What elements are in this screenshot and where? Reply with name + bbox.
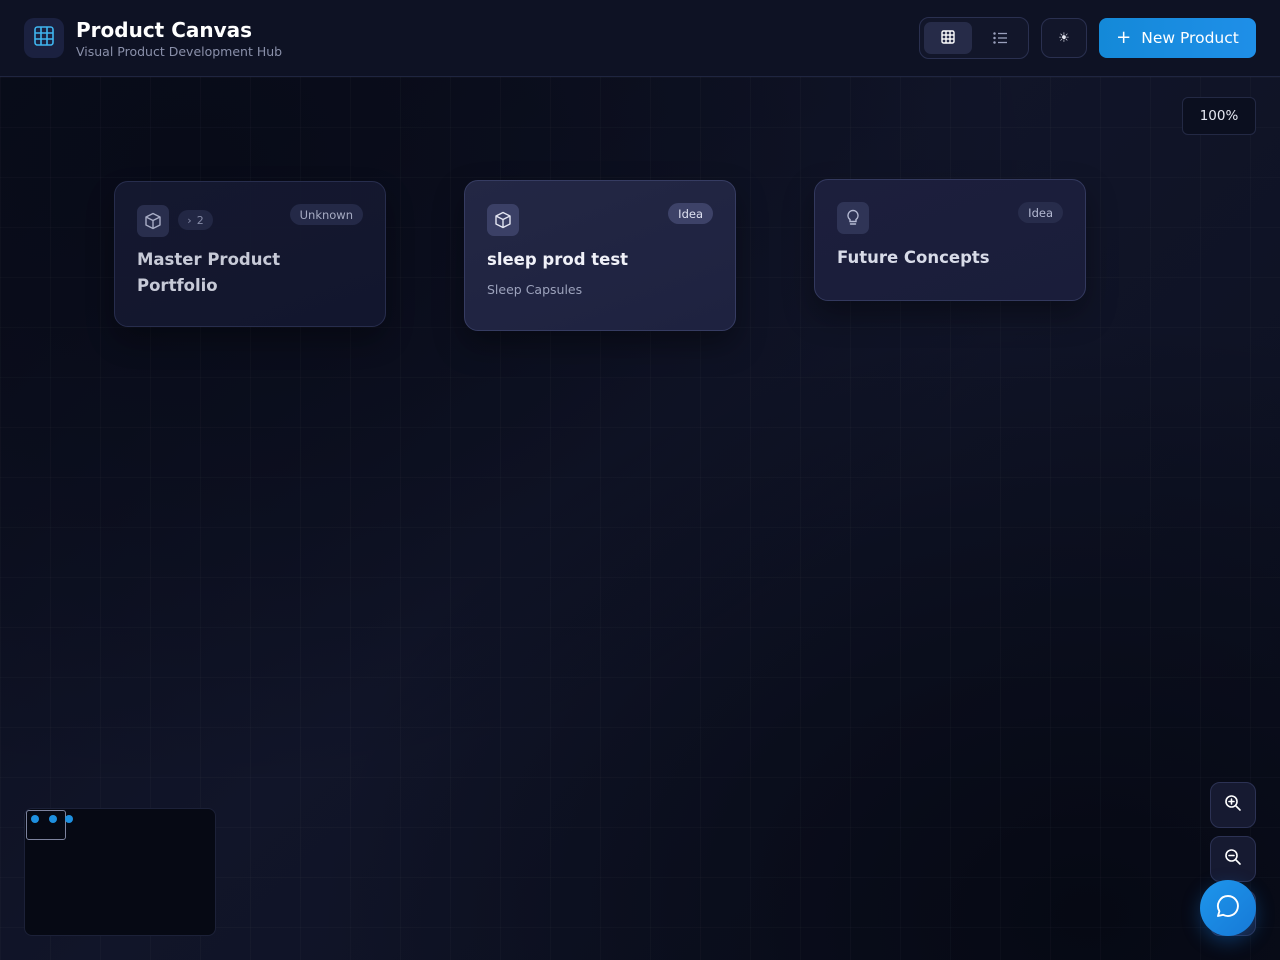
children-count: 2: [196, 213, 204, 227]
minimap-node: [65, 815, 73, 823]
chevron-right-icon: ›: [187, 213, 192, 227]
list-view-icon: [992, 29, 1008, 48]
zoom-out-icon: [1224, 848, 1242, 870]
zoom-in-button[interactable]: [1210, 782, 1256, 828]
minimap-viewport[interactable]: [26, 810, 66, 840]
new-product-label: New Product: [1141, 29, 1239, 47]
plus-icon: +: [1116, 27, 1132, 48]
zoom-in-icon: [1224, 794, 1242, 816]
cube-icon: [137, 205, 169, 237]
sun-icon: ☀: [1058, 30, 1070, 46]
app-title: Product Canvas: [76, 18, 253, 42]
card-subtitle: Sleep Capsules: [487, 282, 583, 297]
minimap-node: [49, 815, 57, 823]
app-header: Product Canvas Visual Product Developmen…: [0, 0, 1280, 77]
product-card[interactable]: Idea sleep prod test Sleep Capsules: [464, 180, 736, 331]
list-view-button[interactable]: [976, 22, 1024, 54]
chat-button[interactable]: [1200, 880, 1256, 936]
grid-view-icon: [941, 29, 955, 48]
theme-toggle-button[interactable]: ☀: [1041, 18, 1087, 58]
product-card[interactable]: Idea Future Concepts: [814, 179, 1086, 301]
status-badge: Idea: [1018, 202, 1063, 223]
grid-icon: [33, 25, 55, 51]
product-card[interactable]: › 2 Unknown Master Product Portfolio: [114, 181, 386, 327]
status-badge: Unknown: [289, 204, 363, 225]
status-badge: Idea: [668, 203, 713, 224]
app-subtitle: Visual Product Development Hub: [76, 44, 283, 59]
new-product-button[interactable]: + New Product: [1099, 18, 1256, 58]
minimap[interactable]: [24, 808, 216, 936]
card-title: Future Concepts: [837, 248, 990, 267]
cube-icon: [487, 204, 519, 236]
card-title: Master Product Portfolio: [137, 250, 281, 295]
lightbulb-icon: [837, 202, 869, 234]
zoom-out-button[interactable]: [1210, 836, 1256, 882]
zoom-level-indicator: 100%: [1182, 97, 1256, 135]
view-toggle: [919, 17, 1029, 59]
grid-view-button[interactable]: [924, 22, 972, 54]
minimap-node: [31, 815, 39, 823]
card-title: sleep prod test: [487, 250, 629, 269]
chat-bubble-icon: [1215, 893, 1241, 923]
children-count-badge[interactable]: › 2: [178, 210, 213, 230]
app-logo: [24, 18, 64, 58]
